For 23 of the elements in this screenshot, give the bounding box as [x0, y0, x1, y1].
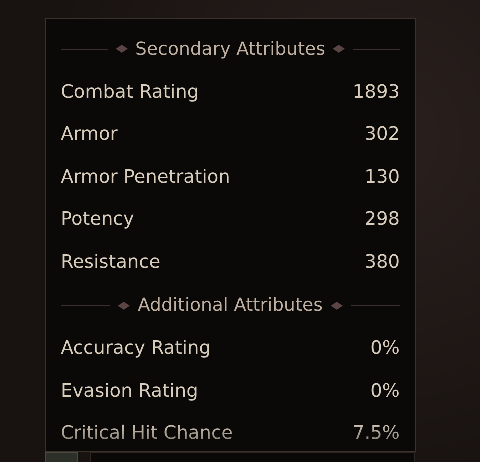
attribute-label: Combat Rating	[61, 82, 200, 103]
attribute-value: 0%	[370, 338, 400, 360]
diamond-icon	[333, 45, 346, 53]
diamond-icon	[330, 302, 343, 310]
attribute-label: Armor Penetration	[61, 166, 230, 188]
attribute-label: Critical Hit Chance	[61, 423, 234, 444]
diamond-icon	[118, 302, 130, 310]
attribute-label: Potency	[61, 209, 134, 230]
attribute-value: 302	[364, 124, 400, 146]
attribute-label: Resistance	[61, 252, 161, 273]
section-title: Additional Attributes	[138, 295, 323, 316]
attribute-value: 380	[364, 252, 400, 273]
attribute-value: 130	[364, 166, 400, 188]
attribute-label: Accuracy Rating	[61, 338, 211, 360]
diamond-icon	[116, 45, 128, 53]
attribute-value: 7.5%	[353, 423, 400, 444]
attribute-value: 298	[364, 209, 400, 230]
attribute-label: Evasion Rating	[61, 380, 198, 402]
attribute-value: 1893	[352, 82, 400, 103]
item-slot-icon[interactable]	[45, 452, 78, 462]
section-title: Secondary Attributes	[136, 38, 326, 60]
attribute-label: Armor	[61, 124, 118, 146]
attribute-value: 0%	[370, 380, 400, 402]
